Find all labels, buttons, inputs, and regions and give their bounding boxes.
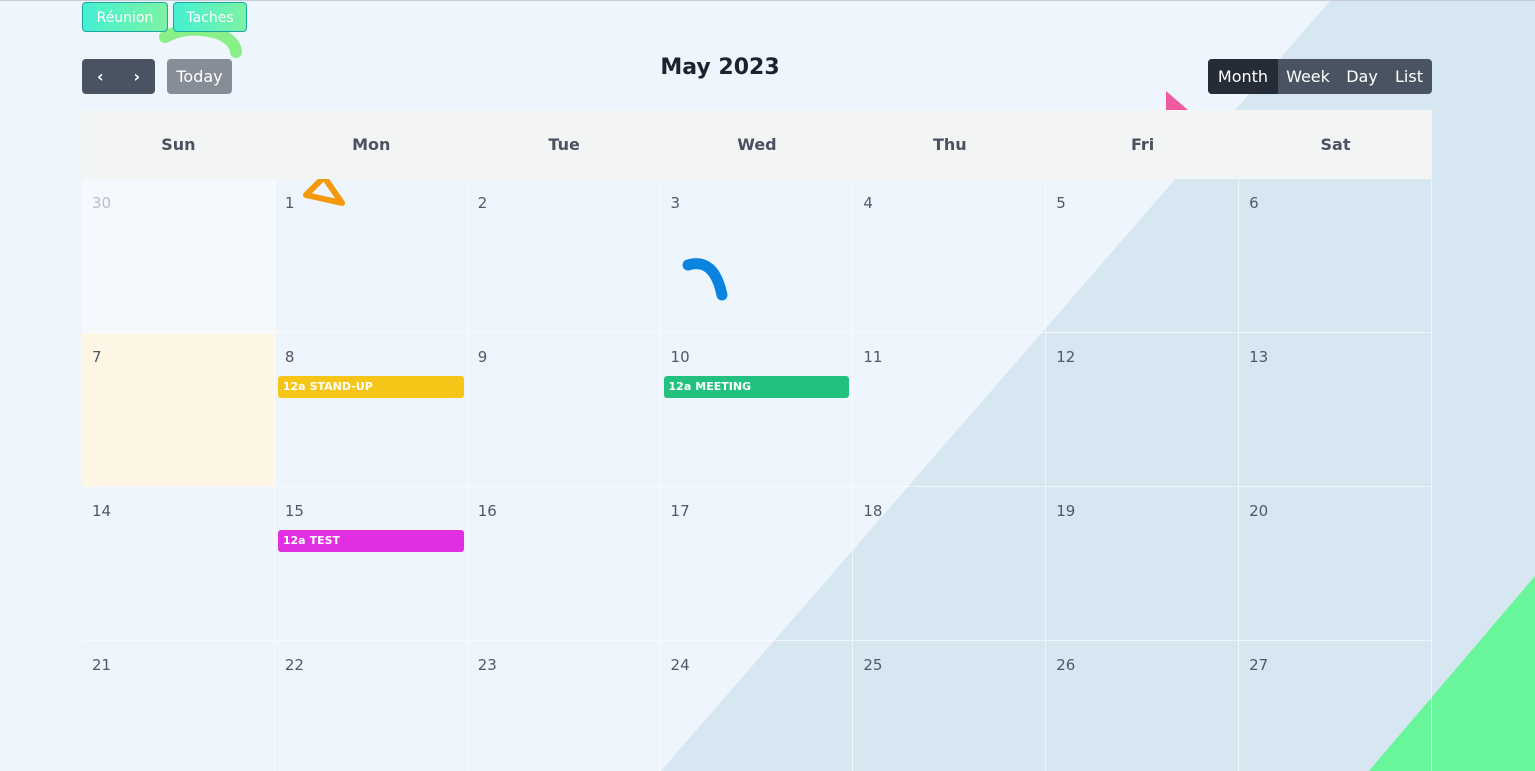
nav-button-group: ‹ › [82,59,155,94]
calendar-title: May 2023 [660,55,780,80]
day-number[interactable]: 27 [1249,656,1268,674]
day-cell[interactable]: 14 [82,487,275,641]
day-number[interactable]: 18 [863,502,882,520]
day-cell[interactable]: 23 [468,641,661,771]
day-number[interactable]: 11 [863,348,882,366]
day-cell[interactable]: 24 [661,641,854,771]
weekday-header-row: Sun Mon Tue Wed Thu Fri Sat [82,110,1432,179]
day-cell[interactable]: 17 [660,487,854,641]
chevron-left-icon[interactable]: ‹ [82,59,119,94]
day-number[interactable]: 10 [671,348,690,366]
day-number[interactable]: 20 [1249,502,1268,520]
day-number[interactable]: 15 [285,502,304,520]
day-number[interactable]: 17 [671,502,690,520]
day-number[interactable]: 23 [478,656,497,674]
calendar-event[interactable]: 12a STAND-UP [277,376,464,398]
day-number[interactable]: 13 [1249,348,1268,366]
day-number[interactable]: 6 [1249,194,1259,212]
day-number[interactable]: 4 [863,194,873,212]
view-month-button[interactable]: Month [1208,59,1278,94]
day-number[interactable]: 7 [92,348,102,366]
day-cell[interactable]: 4 [853,179,1047,333]
day-cell[interactable]: 15 12a TEST [274,487,468,641]
view-switcher: Month Week Day List [1208,59,1432,94]
category-reunion-button[interactable]: Réunion [82,2,168,32]
event-title: STAND-UP [309,380,373,393]
month-calendar-grid: Sun Mon Tue Wed Thu Fri Sat 30 1 2 3 4 5 6 7 8 12… [82,110,1432,771]
day-cell[interactable]: 10 12a MEETING [660,333,854,487]
week-row: 30 1 2 3 4 5 6 [82,179,1432,333]
week-row: 7 8 12a STAND-UP 9 10 12a MEETING 11 12 13 [82,333,1432,487]
chevron-right-icon[interactable]: › [119,59,156,94]
day-cell-today[interactable]: 7 [82,333,275,487]
day-cell[interactable]: 30 [82,179,275,333]
calendar-event[interactable]: 12a TEST [277,530,464,552]
day-cell[interactable]: 5 [1046,179,1240,333]
event-time: 12a [282,380,306,393]
event-time: 12a [668,380,692,393]
week-row: 21 22 23 24 25 26 27 [82,641,1432,771]
day-cell[interactable]: 1 [274,179,468,333]
week-row: 14 15 12a TEST 16 17 18 19 20 [82,487,1432,641]
day-cell[interactable]: 8 12a STAND-UP [274,333,468,487]
day-number[interactable]: 12 [1056,348,1075,366]
day-number[interactable]: 30 [92,194,111,212]
weekday-header: Sun [161,135,196,154]
day-number[interactable]: 5 [1056,194,1066,212]
day-cell[interactable]: 21 [82,641,275,771]
weekday-header: Mon [352,135,391,154]
day-number[interactable]: 24 [671,656,690,674]
day-number[interactable]: 9 [478,348,488,366]
day-cell[interactable]: 9 [467,333,661,487]
day-number[interactable]: 19 [1056,502,1075,520]
event-title: MEETING [695,380,752,393]
category-taches-button[interactable]: Taches [173,2,247,32]
day-number[interactable]: 26 [1056,656,1075,674]
weekday-header: Sat [1320,135,1351,154]
day-number[interactable]: 2 [478,194,488,212]
event-time: 12a [282,534,306,547]
day-cell[interactable]: 20 [1239,487,1432,641]
day-number[interactable]: 21 [92,656,111,674]
day-cell[interactable]: 11 [853,333,1047,487]
day-number[interactable]: 16 [478,502,497,520]
day-cell[interactable]: 26 [1046,641,1240,771]
day-number[interactable]: 1 [285,194,295,212]
day-cell[interactable]: 25 [853,641,1047,771]
day-cell[interactable]: 13 [1239,333,1432,487]
day-number[interactable]: 14 [92,502,111,520]
weekday-header: Wed [737,135,777,154]
loading-spinner-icon [682,258,728,301]
pink-shape-deco [1166,91,1188,110]
calendar-event[interactable]: 12a MEETING [663,376,850,398]
day-number[interactable]: 8 [285,348,295,366]
day-cell[interactable]: 18 [853,487,1047,641]
event-title: TEST [309,534,341,547]
weekday-header: Thu [932,135,967,154]
day-cell[interactable]: 22 [275,641,468,771]
view-day-button[interactable]: Day [1338,59,1386,94]
day-number[interactable]: 22 [285,656,304,674]
day-cell[interactable]: 12 [1046,333,1240,487]
view-list-button[interactable]: List [1386,59,1432,94]
today-button[interactable]: Today [167,59,232,94]
day-cell[interactable]: 16 [467,487,661,641]
day-cell[interactable]: 19 [1046,487,1240,641]
weekday-header: Tue [548,135,580,154]
view-week-button[interactable]: Week [1278,59,1338,94]
day-number[interactable]: 3 [671,194,681,212]
day-cell[interactable]: 2 [467,179,661,333]
day-cell[interactable]: 27 [1239,641,1432,771]
day-cell[interactable]: 6 [1239,179,1432,333]
day-number[interactable]: 25 [863,656,882,674]
weekday-header: Fri [1131,135,1155,154]
